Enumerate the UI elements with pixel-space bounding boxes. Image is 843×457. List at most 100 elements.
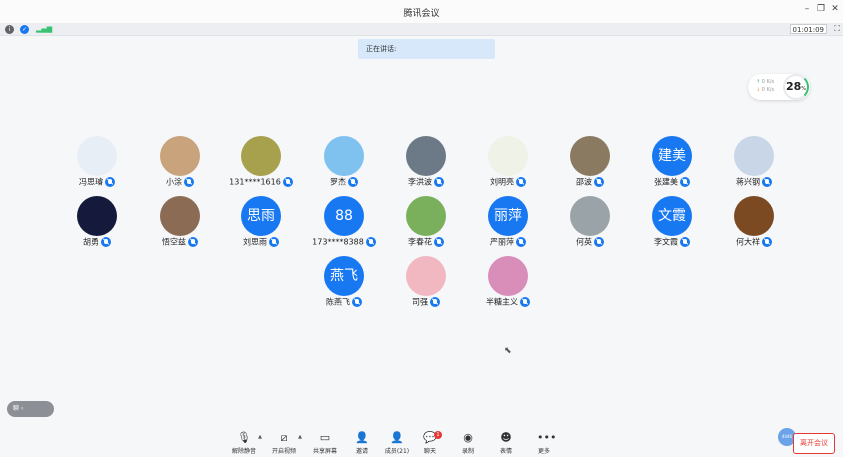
participant-name: 刘思雨 (243, 237, 267, 247)
participant-tile[interactable]: 悟空兹 (145, 196, 215, 258)
status-bar: i ✓ ▂▄▆ 01:01:09 ⛶ (0, 23, 843, 36)
participant-name: 严丽萍 (490, 237, 514, 247)
muted-mic-icon (434, 177, 444, 187)
avatar: 文霞 (652, 196, 692, 236)
upload-speed: 0 K/s (761, 79, 775, 85)
emoji-icon: ☻ (500, 431, 512, 444)
avatar: 88 (324, 196, 364, 236)
invite-button[interactable]: 👤 邀请 (342, 428, 382, 457)
participant-name: 冯思璿 (79, 177, 103, 187)
participant-tile[interactable]: 何大祥 (719, 196, 789, 258)
participant-tile[interactable]: 司强 (391, 256, 461, 318)
participant-tile[interactable]: 131****1616 (226, 136, 296, 198)
video-button[interactable]: ⧄ 开启视频 ▲ (264, 428, 304, 457)
info-icon[interactable]: i (5, 25, 14, 34)
restore-button[interactable]: ❐ (815, 4, 827, 14)
avatar (734, 196, 774, 236)
participant-tile[interactable]: 文霞 李文霞 (637, 196, 707, 258)
share-screen-button[interactable]: ▭ 共享屏幕 (305, 428, 345, 457)
participant-tile[interactable]: 燕飞 陈燕飞 (309, 256, 379, 318)
participant-tile[interactable]: 刘明亮 (473, 136, 543, 198)
avatar (77, 196, 117, 236)
muted-mic-icon (516, 237, 526, 247)
avatar (160, 196, 200, 236)
minimize-button[interactable]: – (801, 4, 813, 14)
chat-badge: 1 (434, 431, 442, 439)
participant-name: 蒋兴钢 (736, 177, 760, 187)
muted-mic-icon (520, 297, 530, 307)
shield-icon[interactable]: ✓ (20, 25, 29, 34)
chat-toggle-button[interactable]: 聊 ‹ (7, 401, 54, 417)
avatar (241, 136, 281, 176)
members-icon: 👤 (390, 431, 404, 444)
participant-tile[interactable]: 建美 张建美 (637, 136, 707, 198)
avatar (734, 136, 774, 176)
participant-tile[interactable]: 李春花 (391, 196, 461, 258)
avatar: 建美 (652, 136, 692, 176)
video-off-icon: ⧄ (280, 431, 288, 444)
avatar: 思雨 (241, 196, 281, 236)
network-widget[interactable]: ↑ 0 K/s ↓ 0 K/s 28% (748, 74, 810, 100)
participant-tile[interactable]: 邵波 (555, 136, 625, 198)
record-icon: ◉ (463, 431, 473, 444)
participant-tile[interactable]: 李洪波 (391, 136, 461, 198)
download-speed: 0 K/s (761, 87, 775, 93)
participant-tile[interactable]: 何英 (555, 196, 625, 258)
participant-tile[interactable]: 丽萍 严丽萍 (473, 196, 543, 258)
avatar: 燕飞 (324, 256, 364, 296)
participant-tile[interactable]: 蒋兴钢 (719, 136, 789, 198)
avatar (406, 196, 446, 236)
participant-tile[interactable]: 罗杰 (309, 136, 379, 198)
close-button[interactable]: ✕ (829, 4, 841, 14)
participant-name: 李洪波 (408, 177, 432, 187)
muted-mic-icon (434, 237, 444, 247)
muted-mic-icon (101, 237, 111, 247)
more-button[interactable]: ••• 更多 (524, 428, 564, 457)
add-user-icon: 👤 (355, 431, 369, 444)
participant-name: 何大祥 (736, 237, 760, 247)
record-button[interactable]: ◉ 录制 (448, 428, 488, 457)
participant-tile[interactable]: 88 173****8388 (309, 196, 379, 258)
participant-name: 悟空兹 (162, 237, 186, 247)
muted-mic-icon (594, 237, 604, 247)
participant-name: 李文霞 (654, 237, 678, 247)
participant-name: 陈燕飞 (326, 297, 350, 307)
muted-mic-icon (348, 177, 358, 187)
muted-mic-icon: 🎙 (237, 431, 251, 444)
participant-name: 173****8388 (312, 237, 364, 247)
signal-icon[interactable]: ▂▄▆ (36, 25, 52, 33)
fullscreen-icon[interactable]: ⛶ (834, 24, 840, 34)
chevron-up-icon[interactable]: ▲ (298, 434, 302, 440)
screen-share-icon: ▭ (319, 431, 331, 444)
more-icon: ••• (537, 431, 557, 444)
participant-tile[interactable]: 半糖主义 (473, 256, 543, 318)
reactions-button[interactable]: ☻ 表情 (486, 428, 526, 457)
muted-mic-icon (184, 177, 194, 187)
muted-mic-icon (352, 297, 362, 307)
chat-button[interactable]: 💬 聊天 1 (410, 428, 450, 457)
participant-name: 胡勇 (83, 237, 99, 247)
chevron-up-icon[interactable]: ▲ (258, 434, 262, 440)
network-quality: 28% (783, 74, 809, 100)
avatar (160, 136, 200, 176)
muted-mic-icon (762, 237, 772, 247)
participant-tile[interactable]: 冯思璿 (62, 136, 132, 198)
mute-button[interactable]: 🎙 解除静音 ▲ (224, 428, 264, 457)
participant-name: 李春花 (408, 237, 432, 247)
leave-meeting-button[interactable]: 离开会议 (793, 433, 835, 454)
avatar (324, 136, 364, 176)
muted-mic-icon (430, 297, 440, 307)
meeting-timer: 01:01:09 (789, 24, 827, 34)
participant-name: 邵波 (576, 177, 592, 187)
participant-tile[interactable]: 小涂 (145, 136, 215, 198)
participant-tile[interactable]: 思雨 刘思雨 (226, 196, 296, 258)
participant-name: 司强 (412, 297, 428, 307)
avatar (488, 136, 528, 176)
muted-mic-icon (188, 237, 198, 247)
muted-mic-icon (516, 177, 526, 187)
participant-name: 何英 (576, 237, 592, 247)
participant-tile[interactable]: 胡勇 (62, 196, 132, 258)
avatar (570, 196, 610, 236)
mouse-cursor-icon: ⬉ (504, 346, 512, 356)
muted-mic-icon (762, 177, 772, 187)
